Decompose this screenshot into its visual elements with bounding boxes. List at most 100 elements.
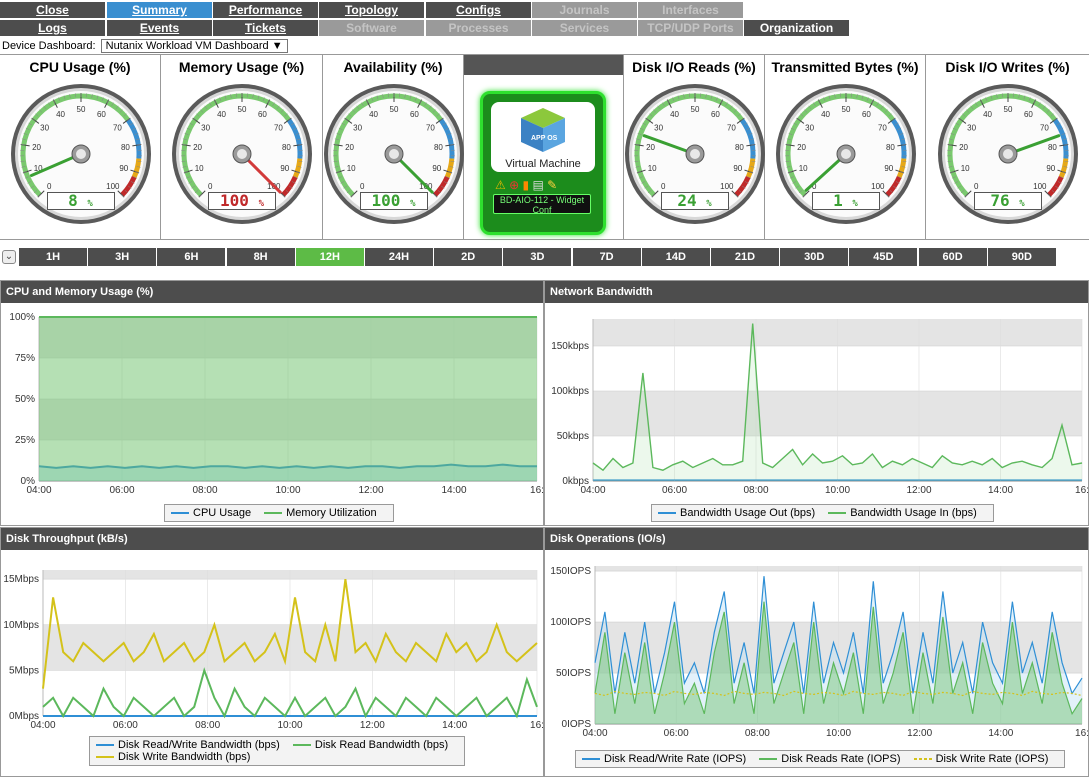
tab-label: Logs: [38, 21, 67, 35]
gauge-value-unit: %: [706, 199, 712, 209]
gauge-hub-center: [840, 149, 851, 159]
range-7d[interactable]: 7D: [572, 248, 641, 266]
gauge-title: Disk I/O Reads (%): [632, 59, 756, 75]
y-tick-label: 100kbps: [551, 386, 589, 397]
vm-status-tile[interactable]: APP OS Virtual Machine ⚠ ⊕ ▮ ▤ ✎ BD-AIO-…: [480, 91, 606, 235]
legend-label: Disk Write Rate (IOPS): [935, 753, 1049, 765]
swatch-blue: [582, 758, 600, 761]
gauge-tick-label: 40: [670, 110, 679, 119]
legend-item[interactable]: Bandwidth Usage Out (bps): [658, 507, 815, 519]
device-dashboard-select[interactable]: Nutanix Workload VM Dashboard ▼: [100, 39, 288, 53]
tab-organization[interactable]: Organization: [744, 20, 849, 36]
x-tick-label: 06:00: [662, 485, 687, 496]
legend-item[interactable]: Disk Write Rate (IOPS): [913, 753, 1049, 765]
legend-item[interactable]: Memory Utilization: [264, 507, 377, 519]
panel-title: Disk Throughput (kB/s): [1, 528, 543, 550]
legend-label: Disk Read/Write Rate (IOPS): [604, 753, 747, 765]
tab-interfaces: Interfaces: [638, 2, 743, 18]
gauge-tick-label: 60: [710, 110, 719, 119]
gauge-tick-label: 100: [1033, 182, 1047, 191]
range-8h[interactable]: 8H: [226, 248, 295, 266]
tab-close[interactable]: Close: [0, 2, 105, 18]
legend-label: Disk Read/Write Bandwidth (bps): [118, 739, 280, 751]
x-tick-label: 14:00: [442, 720, 467, 731]
range-14d[interactable]: 14D: [641, 248, 710, 266]
tab-configs[interactable]: Configs: [426, 2, 531, 18]
x-tick-label: 08:00: [192, 485, 217, 496]
lifebuoy-icon[interactable]: ⊕: [509, 178, 519, 192]
gauge-title: Memory Usage (%): [178, 59, 305, 75]
y-tick-label: 10Mbps: [3, 620, 39, 631]
gauge-tick-label: 10: [195, 164, 204, 173]
x-tick-label: 12:00: [906, 485, 931, 496]
legend-item[interactable]: Disk Write Bandwidth (bps): [96, 751, 250, 763]
collapse-icon[interactable]: ⌄: [2, 250, 16, 264]
tab-tickets[interactable]: Tickets: [213, 20, 318, 36]
range-3h[interactable]: 3H: [88, 248, 157, 266]
gauge-tick-label: 50: [76, 105, 85, 114]
x-tick-label: 04:00: [580, 485, 605, 496]
x-tick-label: 04:00: [582, 728, 607, 739]
legend-item[interactable]: Disk Read/Write Rate (IOPS): [582, 753, 746, 765]
x-tick-label: 06:00: [113, 720, 138, 731]
gauge-tick-label: 50: [1003, 105, 1012, 114]
vm-icon-box: APP OS Virtual Machine: [491, 102, 595, 172]
range-12h[interactable]: 12H: [295, 248, 364, 266]
legend-item[interactable]: Disk Read/Write Bandwidth (bps): [96, 739, 280, 751]
y-tick-label: 50%: [15, 394, 35, 405]
y-tick-label: 100IOPS: [550, 617, 591, 628]
gauge-value-number: 100: [220, 191, 249, 210]
legend-label: Bandwidth Usage In (bps): [850, 507, 977, 519]
range-6h[interactable]: 6H: [157, 248, 226, 266]
time-range-bar: ⌄ 1H 3H 6H 8H 12H 24H 2D 3D 7D 14D 21D 30D 45D 60D 90D: [0, 248, 1089, 266]
gauge-tick-label: 20: [32, 143, 41, 152]
legend-item[interactable]: Disk Read Bandwidth (bps): [292, 739, 448, 751]
warning-icon[interactable]: ⚠: [495, 178, 506, 192]
tab-performance[interactable]: Performance: [213, 2, 318, 18]
gauge-value-unit: %: [852, 199, 858, 209]
x-tick-label: 14:00: [988, 728, 1013, 739]
gauge-hub-center: [237, 149, 247, 159]
range-3d[interactable]: 3D: [503, 248, 572, 266]
gauge-tick-label: 70: [112, 124, 121, 133]
legend-label: CPU Usage: [193, 507, 252, 519]
gauge-tick-label: 90: [1046, 164, 1055, 173]
legend-item[interactable]: Disk Reads Rate (IOPS): [759, 753, 901, 765]
signal-icon[interactable]: ▮: [523, 178, 530, 192]
tab-label: TCP/UDP Ports: [647, 21, 734, 35]
x-tick-label: 16:: [1075, 485, 1088, 496]
chart-network-bandwidth: 0kbps50kbps100kbps150kbps04:00 06:00 08:00…: [551, 319, 1088, 496]
range-2d[interactable]: 2D: [434, 248, 503, 266]
legend-item[interactable]: CPU Usage: [171, 507, 251, 519]
vm-name-label[interactable]: BD-AIO-112 - Widget Conf: [493, 194, 591, 215]
gauge-tick-label: 80: [282, 143, 291, 152]
gauge-cpu-usage: CPU Usage (%) 0 10 20 30 40 50 60 70 80 90 100 8 %: [0, 55, 161, 239]
tab-software: Software: [319, 20, 424, 36]
range-60d[interactable]: 60D: [918, 248, 987, 266]
tab-logs[interactable]: Logs: [0, 20, 105, 36]
range-21d[interactable]: 21D: [711, 248, 779, 266]
gauge-value: 100 %: [208, 192, 276, 210]
x-tick-label: 12:00: [358, 485, 383, 496]
tab-label: Software: [346, 21, 397, 35]
gauge-tick-label: 30: [40, 124, 49, 133]
tab-summary[interactable]: Summary: [107, 2, 212, 18]
range-30d[interactable]: 30D: [780, 248, 849, 266]
tab-topology[interactable]: Topology: [319, 2, 424, 18]
gauge-disk-io-reads: Disk I/O Reads (%) 0 10 20 30 40 50 60 70 80 90 100…: [624, 55, 765, 239]
gauge-tick-label: 0: [46, 182, 51, 191]
gauge-tick-label: 0: [359, 182, 364, 191]
gauge-value: 100 %: [359, 192, 428, 210]
range-1h[interactable]: 1H: [19, 248, 87, 266]
gauge-hub-center: [689, 149, 700, 159]
range-24h[interactable]: 24H: [365, 248, 433, 266]
legend-item[interactable]: Bandwidth Usage In (bps): [828, 507, 977, 519]
vm-cell-header: [464, 55, 623, 75]
printer-icon[interactable]: ▤: [532, 178, 543, 192]
device-dashboard-value: Nutanix Workload VM Dashboard: [105, 40, 269, 52]
range-45d[interactable]: 45D: [849, 248, 918, 266]
gauge-tick-label: 70: [877, 124, 886, 133]
wrench-icon[interactable]: ✎: [547, 178, 557, 192]
range-90d[interactable]: 90D: [987, 248, 1056, 266]
tab-events[interactable]: Events: [107, 20, 212, 36]
